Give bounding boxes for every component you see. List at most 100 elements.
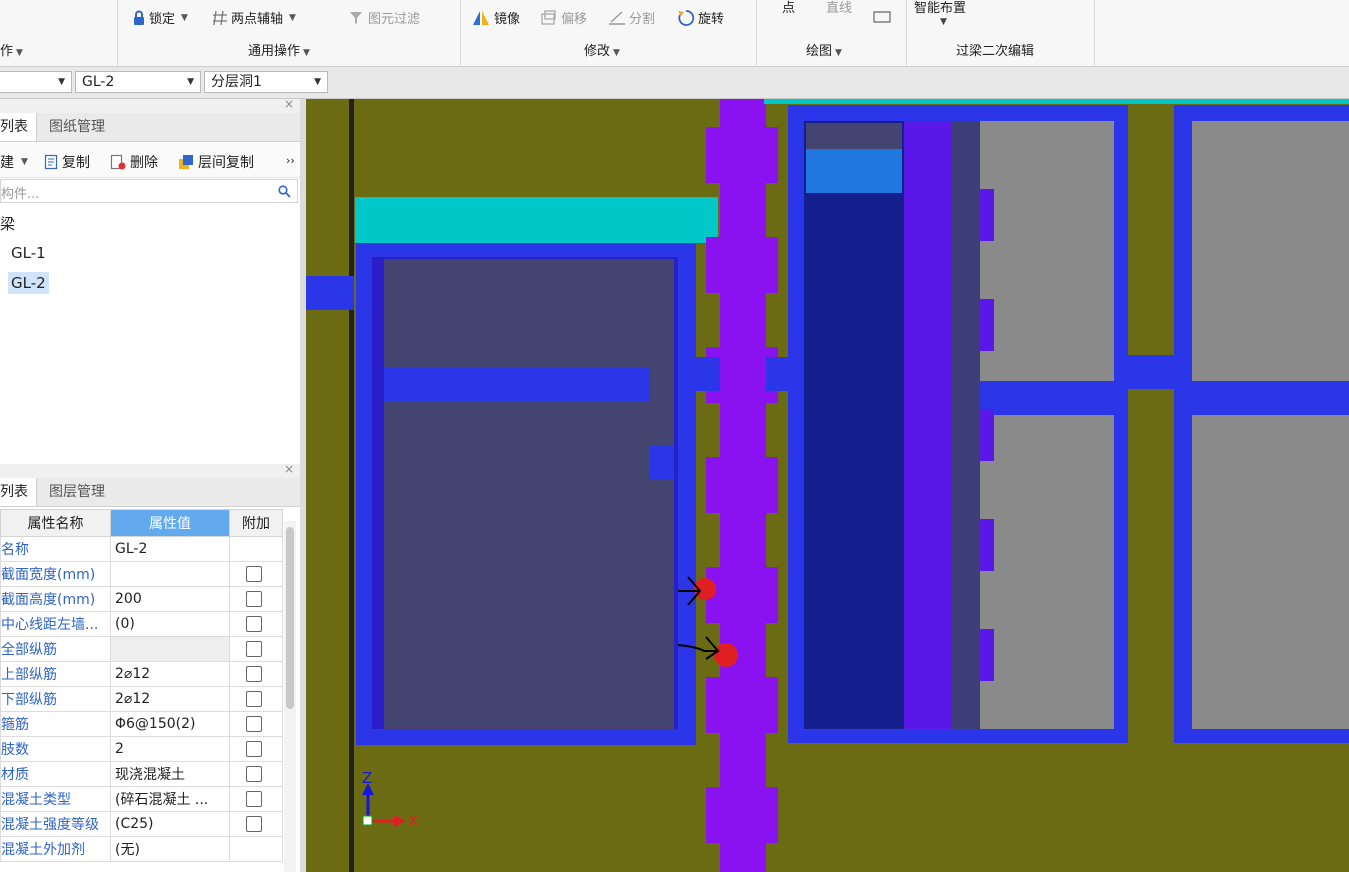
property-value[interactable]: 200	[110, 586, 230, 612]
new-component-button[interactable]: 建 ▼	[0, 152, 28, 172]
extra-checkbox[interactable]	[246, 691, 262, 707]
lintel-beam-left[interactable]	[384, 367, 650, 401]
tab-layer-management[interactable]: 图层管理	[41, 478, 113, 506]
close-icon[interactable]: ×	[284, 462, 294, 476]
smart-layout-caret-icon[interactable]: ▼	[940, 17, 947, 27]
opening-middle-dark[interactable]	[804, 121, 904, 729]
search-icon[interactable]	[278, 185, 291, 198]
property-value[interactable]: Φ6@150(2)	[110, 711, 230, 737]
extra-checkbox[interactable]	[246, 741, 262, 757]
opening-middle-upper[interactable]	[980, 121, 1114, 381]
point-button[interactable]: 点	[782, 0, 795, 16]
more-tools-button[interactable]: ››	[286, 154, 295, 167]
lock-button[interactable]: 锁定 ▼	[132, 8, 188, 27]
col-extra[interactable]: 附加	[229, 509, 283, 537]
property-row[interactable]: 中心线距左墙... (0)	[0, 611, 283, 637]
property-row[interactable]: 材质 现浇混凝土	[0, 761, 283, 787]
tree-item-gl2[interactable]: GL-2	[8, 272, 49, 294]
cyan-lintel-left[interactable]	[355, 197, 718, 243]
close-icon[interactable]: ×	[284, 97, 294, 111]
property-value[interactable]: 现浇混凝土	[110, 761, 230, 787]
property-value[interactable]: (C25)	[110, 811, 230, 837]
3d-viewport[interactable]: Z X	[306, 99, 1349, 872]
col-property-name[interactable]: 属性名称	[0, 509, 111, 537]
property-row[interactable]: 上部纵筋 2⌀12	[0, 661, 283, 687]
marker-dot-2[interactable]	[714, 643, 738, 667]
property-value[interactable]: (无)	[110, 836, 230, 862]
offset-button[interactable]: 偏移	[540, 8, 587, 27]
origin-marker	[362, 815, 373, 826]
extra-checkbox[interactable]	[246, 766, 262, 782]
property-row[interactable]: 箍筋 Φ6@150(2)	[0, 711, 283, 737]
extra-checkbox[interactable]	[246, 791, 262, 807]
opening-right-lower[interactable]	[1192, 415, 1349, 729]
delete-button[interactable]: 删除	[110, 152, 158, 172]
property-name: 截面高度(mm)	[0, 586, 111, 612]
property-row[interactable]: 肢数 2	[0, 736, 283, 762]
extra-checkbox[interactable]	[246, 616, 262, 632]
lintel-beam-middle[interactable]	[980, 381, 1114, 415]
two-point-axis-button[interactable]: 两点辅轴 ▼	[212, 8, 296, 27]
column-middle[interactable]	[904, 121, 952, 729]
property-extra	[229, 786, 283, 812]
tab-property-list[interactable]: 列表	[0, 478, 37, 506]
opening-middle-glass	[806, 149, 902, 193]
component-selector[interactable]: GL-2 ▼	[75, 71, 201, 93]
extra-checkbox[interactable]	[246, 666, 262, 682]
property-extra	[229, 761, 283, 787]
line-button[interactable]: 直线	[826, 0, 852, 16]
property-value[interactable]	[110, 636, 230, 662]
tab-component-list[interactable]: 列表	[0, 113, 37, 141]
opening-right-upper[interactable]	[1192, 121, 1349, 381]
property-row[interactable]: 混凝土类型 (碎石混凝土 ...	[0, 786, 283, 812]
property-name: 中心线距左墙...	[0, 611, 111, 637]
viewport-canvas[interactable]: Z X	[306, 99, 1349, 872]
tree-item-gl1[interactable]: GL-1	[11, 244, 46, 262]
property-value[interactable]: 2⌀12	[110, 661, 230, 687]
general-ops-label[interactable]: 通用操作 ▼	[248, 40, 310, 59]
ribbon-group-ops-label[interactable]: 作 ▼	[0, 40, 23, 59]
property-row[interactable]: 截面高度(mm) 200	[0, 586, 283, 612]
property-row[interactable]: 全部纵筋	[0, 636, 283, 662]
delete-icon	[110, 154, 126, 170]
extra-checkbox[interactable]	[246, 816, 262, 832]
rotate-button[interactable]: 旋转	[677, 8, 724, 27]
floor-copy-button[interactable]: 层间复制	[178, 152, 254, 172]
modify-label[interactable]: 修改 ▼	[584, 40, 620, 59]
property-row[interactable]: 下部纵筋 2⌀12	[0, 686, 283, 712]
property-value[interactable]: 2⌀12	[110, 686, 230, 712]
property-value[interactable]: 2	[110, 736, 230, 762]
property-row[interactable]: 截面宽度(mm)	[0, 561, 283, 587]
layer-selector[interactable]: 分层洞1 ▼	[204, 71, 328, 93]
rect-button[interactable]	[872, 10, 892, 24]
element-filter-button[interactable]: 图元过滤	[349, 8, 420, 27]
lintel-edit-label: 过梁二次编辑	[956, 44, 1035, 59]
extra-checkbox[interactable]	[246, 591, 262, 607]
property-value[interactable]: (碎石混凝土 ...	[110, 786, 230, 812]
property-row[interactable]: 混凝土外加剂 (无)	[0, 836, 283, 862]
property-extra	[229, 611, 283, 637]
tree-root-beam[interactable]: 梁	[0, 213, 15, 234]
split-button[interactable]: 分割	[608, 8, 655, 27]
mirror-button[interactable]: 镜像	[471, 8, 520, 27]
draw-label[interactable]: 绘图 ▼	[806, 40, 842, 59]
extra-checkbox[interactable]	[246, 566, 262, 582]
floor-selector[interactable]: ▼	[0, 71, 72, 93]
tab-drawing-management[interactable]: 图纸管理	[41, 113, 113, 141]
component-search-input[interactable]: 构件...	[0, 179, 298, 203]
property-scrollbar[interactable]	[284, 521, 296, 872]
property-value[interactable]	[110, 561, 230, 587]
col-property-value[interactable]: 属性值	[110, 509, 230, 537]
property-value[interactable]: (0)	[110, 611, 230, 637]
property-value[interactable]: GL-2	[110, 536, 230, 562]
extra-checkbox[interactable]	[246, 641, 262, 657]
property-row[interactable]: 名称 GL-2	[0, 536, 283, 562]
extra-checkbox[interactable]	[246, 716, 262, 732]
property-row[interactable]: 混凝土强度等级 (C25)	[0, 811, 283, 837]
smart-layout-button[interactable]: 智能布置	[914, 0, 966, 16]
copy-icon	[44, 154, 58, 170]
scrollbar-thumb[interactable]	[286, 527, 294, 709]
opening-middle-lower[interactable]	[980, 415, 1114, 729]
copy-button[interactable]: 复制	[44, 152, 90, 172]
opening-left[interactable]	[384, 259, 674, 729]
